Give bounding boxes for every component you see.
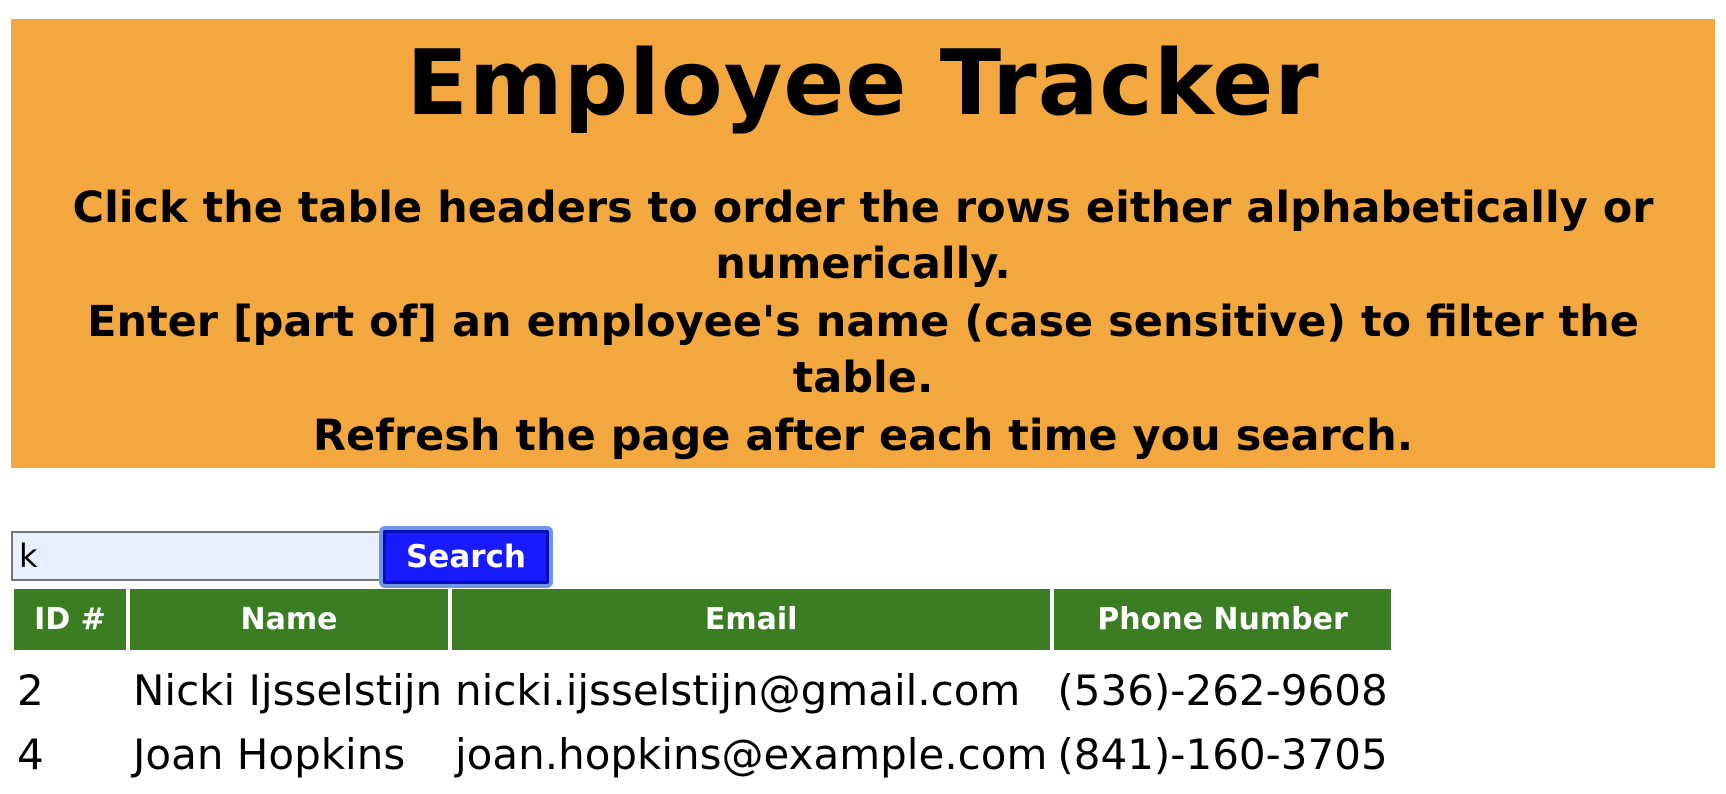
table-header-row: ID # Name Email Phone Number (14, 589, 1391, 650)
header-banner: Employee Tracker Click the table headers… (11, 19, 1715, 468)
search-input[interactable] (11, 531, 379, 581)
cell-id: 4 (17, 729, 44, 779)
instruction-filter: Enter [part of] an employee's name (case… (87, 297, 1639, 403)
instruction-sort: Click the table headers to order the row… (72, 183, 1654, 289)
search-button[interactable]: Search (379, 526, 553, 588)
employee-table: ID # Name Email Phone Number 2 Nicki Ijs… (10, 589, 1395, 786)
cell-name: Joan Hopkins (133, 729, 406, 779)
cell-email: nicki.ijsselstijn@gmail.com (455, 665, 1021, 715)
header-phone[interactable]: Phone Number (1054, 589, 1391, 650)
page-title: Employee Tracker (406, 31, 1320, 136)
instruction-refresh: Refresh the page after each time you sea… (312, 411, 1414, 461)
table-row: 2 Nicki Ijsselstijn nicki.ijsselstijn@gm… (14, 650, 1391, 722)
cell-email: joan.hopkins@example.com (455, 729, 1048, 779)
header-name[interactable]: Name (130, 589, 448, 650)
table-row: 4 Joan Hopkins joan.hopkins@example.com … (14, 722, 1391, 786)
cell-phone: (841)-160-3705 (1057, 729, 1388, 779)
header-id[interactable]: ID # (14, 589, 126, 650)
cell-name: Nicki Ijsselstijn (133, 665, 443, 715)
cell-id: 2 (17, 665, 44, 715)
cell-phone: (536)-262-9608 (1057, 665, 1388, 715)
header-email[interactable]: Email (452, 589, 1051, 650)
